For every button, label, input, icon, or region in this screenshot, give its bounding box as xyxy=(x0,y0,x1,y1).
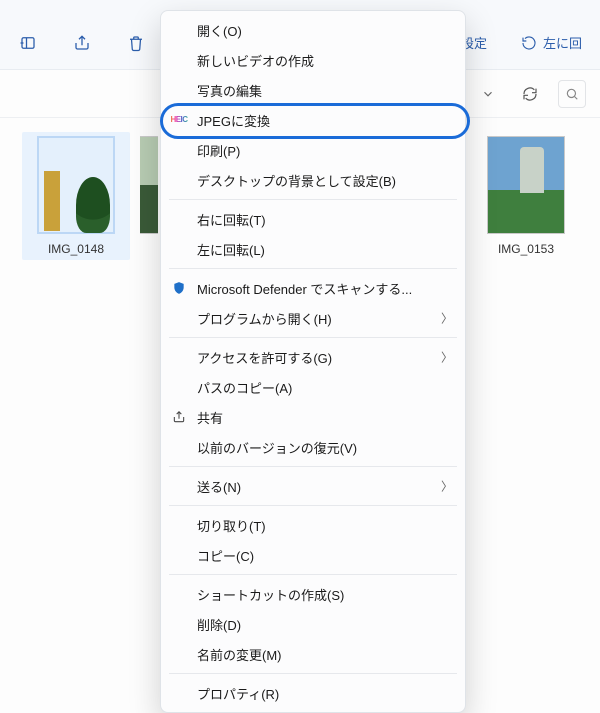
thumbnail-image xyxy=(487,136,565,234)
menu-new-video[interactable]: 新しいビデオの作成 xyxy=(161,45,465,75)
menu-rename[interactable]: 名前の変更(M) xyxy=(161,639,465,669)
menu-copy[interactable]: コピー(C) xyxy=(161,540,465,570)
thumbnail-image xyxy=(37,136,115,234)
menu-print[interactable]: 印刷(P) xyxy=(161,135,465,165)
refresh-icon[interactable] xyxy=(516,80,544,108)
menu-delete[interactable]: 削除(D) xyxy=(161,609,465,639)
file-item-partial[interactable] xyxy=(140,136,158,234)
share-icon[interactable] xyxy=(72,33,92,53)
menu-separator xyxy=(169,268,457,269)
search-box[interactable] xyxy=(558,80,586,108)
menu-separator xyxy=(169,199,457,200)
menu-open-with[interactable]: プログラムから開く(H)〉 xyxy=(161,303,465,333)
heic-icon: HEIC xyxy=(171,112,187,128)
rotate-left-button[interactable]: 左に回 xyxy=(521,33,582,52)
delete-icon[interactable] xyxy=(126,33,146,53)
context-menu: 開く(O) 新しいビデオの作成 写真の編集 HEIC JPEGに変換 印刷(P)… xyxy=(160,10,466,713)
menu-properties[interactable]: プロパティ(R) xyxy=(161,678,465,708)
menu-defender-scan[interactable]: Microsoft Defender でスキャンする... xyxy=(161,273,465,303)
menu-open[interactable]: 開く(O) xyxy=(161,15,465,45)
share-icon xyxy=(171,409,187,425)
chevron-right-icon: 〉 xyxy=(441,349,453,366)
shield-icon xyxy=(171,280,187,296)
menu-separator xyxy=(169,505,457,506)
chevron-right-icon: 〉 xyxy=(441,478,453,495)
menu-cut[interactable]: 切り取り(T) xyxy=(161,510,465,540)
menu-create-shortcut[interactable]: ショートカットの作成(S) xyxy=(161,579,465,609)
thumbnail-image xyxy=(140,136,158,234)
chevron-right-icon: 〉 xyxy=(441,310,453,327)
menu-separator xyxy=(169,673,457,674)
menu-separator xyxy=(169,574,457,575)
panel-toggle-icon[interactable] xyxy=(18,33,38,53)
menu-set-wallpaper[interactable]: デスクトップの背景として設定(B) xyxy=(161,165,465,195)
file-label: IMG_0153 xyxy=(498,242,554,256)
chevron-down-icon[interactable] xyxy=(474,80,502,108)
menu-copy-path[interactable]: パスのコピー(A) xyxy=(161,372,465,402)
menu-give-access[interactable]: アクセスを許可する(G)〉 xyxy=(161,342,465,372)
file-label: IMG_0148 xyxy=(48,242,104,256)
menu-rotate-left[interactable]: 左に回転(L) xyxy=(161,234,465,264)
menu-share[interactable]: 共有 xyxy=(161,402,465,432)
menu-send-to[interactable]: 送る(N)〉 xyxy=(161,471,465,501)
rotate-left-label: 左に回 xyxy=(543,33,582,52)
menu-convert-to-jpeg[interactable]: HEIC JPEGに変換 xyxy=(161,105,465,135)
file-item-0148[interactable]: IMG_0148 xyxy=(22,132,130,260)
menu-separator xyxy=(169,337,457,338)
menu-edit-photo[interactable]: 写真の編集 xyxy=(161,75,465,105)
menu-rotate-right[interactable]: 右に回転(T) xyxy=(161,204,465,234)
menu-separator xyxy=(169,466,457,467)
menu-restore-prev[interactable]: 以前のバージョンの復元(V) xyxy=(161,432,465,462)
file-item-0153[interactable]: IMG_0153 xyxy=(472,136,580,256)
